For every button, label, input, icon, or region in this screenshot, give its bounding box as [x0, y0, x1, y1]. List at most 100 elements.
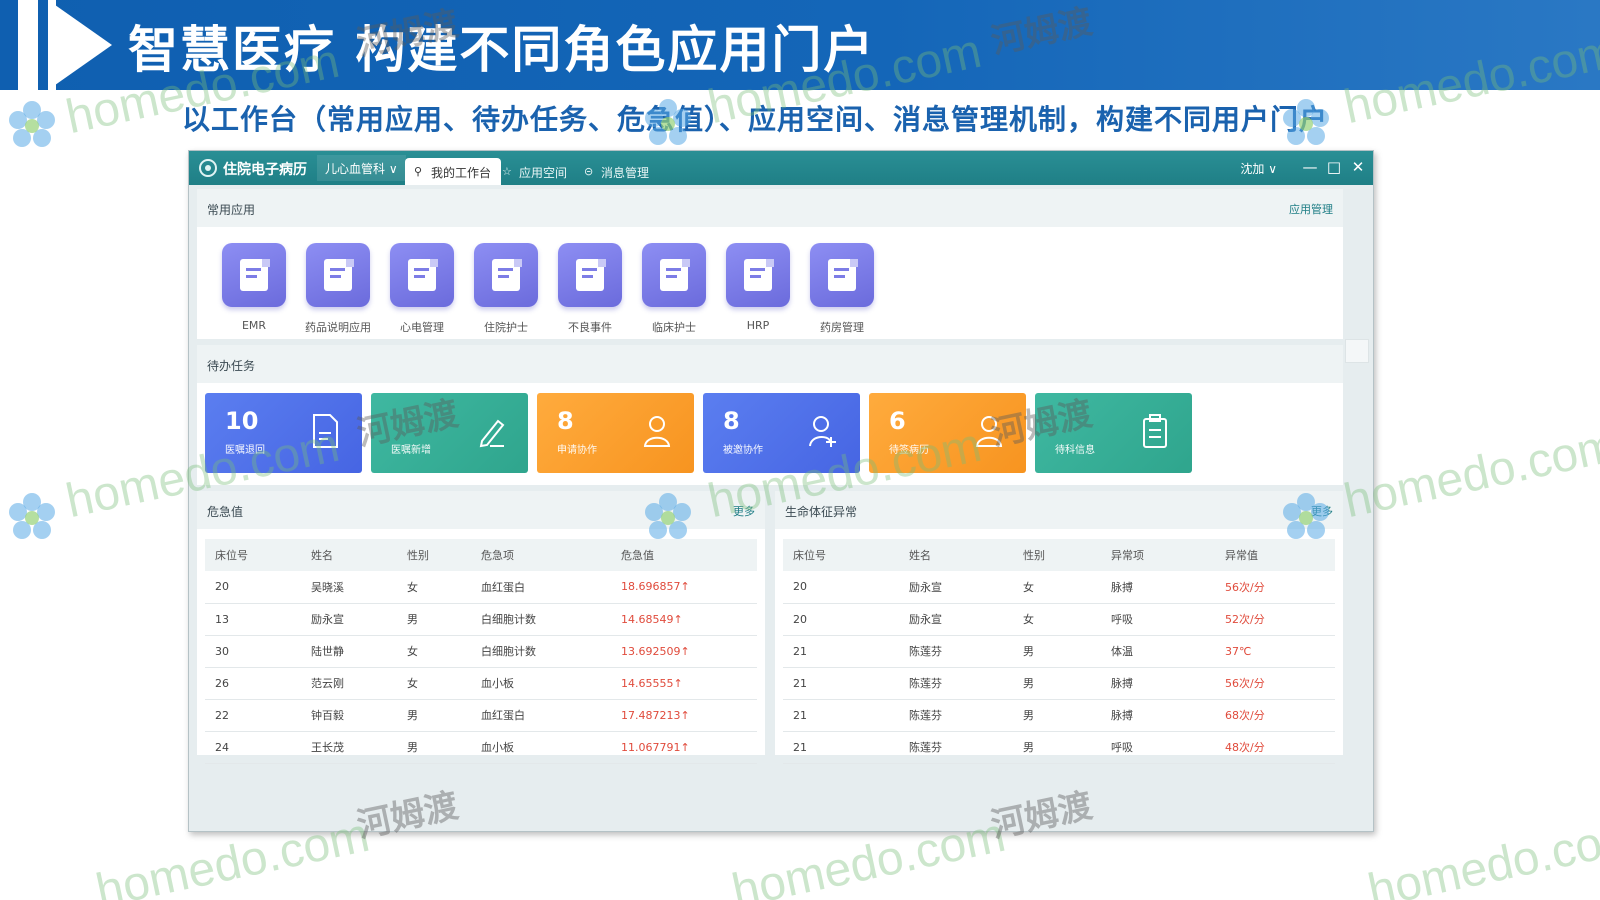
app-clinical-nurse[interactable]: 临床护士	[639, 241, 709, 341]
flower-logo-icon	[9, 101, 55, 147]
app-window: 住院电子病历 儿心血管科 ∨ ⚲ 我的工作台 ☆ 应用空间 ⊝ 消息管理 沈加 …	[188, 150, 1374, 832]
watermark-text: homedo.com	[1339, 418, 1600, 529]
watermark-text: homedo.com	[1363, 808, 1600, 900]
task-card-order-returned[interactable]: 10 医嘱退回	[205, 393, 362, 473]
vital-signs-table: 床位号 姓名 性别 异常项 异常值 20 励永宣女脉搏 56次/分 20 励永宣女呼吸…	[783, 539, 1335, 764]
task-card-apply-collaboration[interactable]: 8 申请协作	[537, 393, 694, 473]
header-arrow-decoration	[48, 0, 112, 90]
document-icon	[313, 414, 338, 448]
column-header: 性别	[1013, 539, 1101, 571]
app-tile	[306, 243, 370, 307]
app-drug-instructions[interactable]: 药品说明应用	[303, 241, 373, 341]
todo-panel: 待办任务 10 医嘱退回 医嘱新增 8 申请协作 8 被邀协作 6 待签病历 待…	[197, 345, 1343, 485]
close-button[interactable]: ✕	[1347, 156, 1369, 178]
panel-header: 危急值 更多	[197, 491, 765, 529]
table-row[interactable]: 21 陈莲芬男呼吸 48次/分	[783, 731, 1335, 764]
app-tile	[222, 243, 286, 307]
app-manage-link[interactable]: 应用管理	[1289, 201, 1333, 217]
app-tile	[474, 243, 538, 307]
panel-title: 待办任务	[207, 359, 256, 373]
flower-logo-icon	[9, 493, 55, 539]
app-label: EMR	[241, 319, 267, 332]
maximize-button[interactable]: □	[1323, 156, 1345, 178]
task-card-pending-signature[interactable]: 6 待签病历	[869, 393, 1026, 473]
table-row[interactable]: 21 陈莲芬男脉搏 56次/分	[783, 667, 1335, 700]
table-row[interactable]: 20 励永宣女脉搏 56次/分	[783, 571, 1335, 604]
task-label: 被邀协作	[723, 445, 763, 456]
window-titlebar: 住院电子病历 儿心血管科 ∨ ⚲ 我的工作台 ☆ 应用空间 ⊝ 消息管理 沈加 …	[189, 151, 1373, 185]
task-card-order-new[interactable]: 医嘱新增	[371, 393, 528, 473]
user-icon	[975, 416, 1003, 447]
column-header: 姓名	[301, 539, 397, 571]
department-selector[interactable]: 儿心血管科 ∨	[317, 155, 406, 181]
app-adverse-events[interactable]: 不良事件	[555, 241, 625, 341]
table-row[interactable]: 21 陈莲芬男脉搏 68次/分	[783, 699, 1335, 732]
app-grid: EMR 药品说明应用 心电管理 住院护士 不良事件 临床护士 HRP 药房管理	[219, 241, 939, 341]
task-count: 8	[723, 407, 740, 435]
side-collapse-handle[interactable]	[1345, 339, 1369, 363]
app-label: 心电管理	[400, 321, 444, 334]
user-icon	[643, 416, 671, 447]
tab-message-management[interactable]: ⊝ 消息管理	[575, 158, 659, 185]
column-header: 姓名	[899, 539, 1013, 571]
panel-title: 生命体征异常	[785, 505, 858, 519]
panel-title: 常用应用	[207, 203, 256, 217]
user-icon: ⚲	[414, 165, 423, 178]
app-tile	[390, 243, 454, 307]
slide: 智慧医疗 构建不同角色应用门户 以工作台（常用应用、待办任务、危急值）、应用空间…	[0, 0, 1600, 900]
task-label: 待科信息	[1055, 445, 1095, 456]
app-tile	[726, 243, 790, 307]
table-header-row: 床位号 姓名 性别 异常项 异常值	[783, 539, 1335, 571]
header-bar-decoration	[18, 0, 38, 90]
task-label: 医嘱退回	[225, 445, 265, 456]
star-icon: ☆	[502, 165, 512, 178]
panel-header: 常用应用 应用管理	[197, 189, 1343, 227]
app-tile	[642, 243, 706, 307]
table-row[interactable]: 24 王长茂男血小板 11.067791↑	[205, 731, 757, 764]
app-label: 住院护士	[484, 321, 528, 334]
table-row[interactable]: 20 吴晓溪女血红蛋白 18.696857↑	[205, 571, 757, 604]
table-row[interactable]: 21 陈莲芬男体温 37℃	[783, 635, 1335, 668]
critical-values-panel: 危急值 更多 床位号 姓名 性别 危急项 危急值 20 吴晓溪女血红蛋白 18.69…	[197, 491, 765, 764]
task-label: 待签病历	[889, 445, 929, 456]
app-pharmacy-management[interactable]: 药房管理	[807, 241, 877, 341]
slide-subtitle: 以工作台（常用应用、待办任务、危急值）、应用空间、消息管理机制，构建不同用户门户	[182, 103, 1329, 136]
column-header: 危急项	[471, 539, 611, 571]
vital-signs-panel: 生命体征异常 更多 床位号 姓名 性别 异常项 异常值 20 励永宣女脉搏 56次/…	[775, 491, 1343, 764]
task-count: 10	[225, 407, 259, 435]
app-hrp[interactable]: HRP	[723, 241, 793, 341]
minimize-button[interactable]: —	[1299, 156, 1321, 178]
app-logo-icon	[199, 159, 217, 177]
table-row[interactable]: 30 陆世静女白细胞计数 13.692509↑	[205, 635, 757, 668]
critical-more-link[interactable]: 更多	[733, 503, 755, 519]
app-inpatient-nurse[interactable]: 住院护士	[471, 241, 541, 341]
app-emr[interactable]: EMR	[219, 241, 289, 341]
tab-my-workbench[interactable]: ⚲ 我的工作台	[405, 158, 502, 185]
tab-app-space[interactable]: ☆ 应用空间	[493, 158, 577, 185]
vitals-more-link[interactable]: 更多	[1311, 503, 1333, 519]
table-row[interactable]: 26 范云刚女血小板 14.65555↑	[205, 667, 757, 700]
app-ecg-management[interactable]: 心电管理	[387, 241, 457, 341]
user-add-icon	[809, 416, 836, 447]
tab-label: 我的工作台	[431, 166, 492, 180]
app-tile	[810, 243, 874, 307]
tab-label: 应用空间	[519, 166, 568, 180]
column-header: 床位号	[783, 539, 899, 571]
table-row[interactable]: 20 励永宣女呼吸 52次/分	[783, 603, 1335, 636]
clipboard-icon	[1143, 414, 1167, 448]
task-card-pending-info[interactable]: 待科信息	[1035, 393, 1192, 473]
panel-header: 生命体征异常 更多	[775, 491, 1343, 529]
panel-header: 待办任务	[197, 345, 1343, 383]
task-count: 6	[889, 407, 906, 435]
table-row[interactable]: 13 励永宣男白细胞计数 14.68549↑	[205, 603, 757, 636]
column-header: 床位号	[205, 539, 301, 571]
task-card-invited-collaboration[interactable]: 8 被邀协作	[703, 393, 860, 473]
app-tile	[558, 243, 622, 307]
app-name: 住院电子病历	[223, 162, 307, 178]
column-header: 异常值	[1215, 539, 1335, 571]
critical-values-table: 床位号 姓名 性别 危急项 危急值 20 吴晓溪女血红蛋白 18.696857↑ 1…	[205, 539, 757, 764]
edit-icon	[479, 419, 505, 448]
message-icon: ⊝	[584, 165, 594, 178]
user-menu[interactable]: 沈加 ∨	[1240, 160, 1277, 177]
table-row[interactable]: 22 钟百毅男血红蛋白 17.487213↑	[205, 699, 757, 732]
